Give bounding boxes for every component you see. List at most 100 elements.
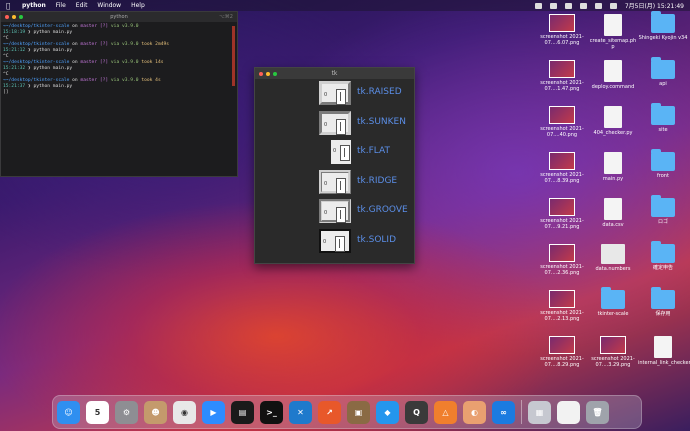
scale-slider-handle[interactable] bbox=[335, 235, 345, 252]
screenshot-thumbnail-icon bbox=[549, 152, 575, 170]
apple-menu-icon[interactable]:  bbox=[6, 2, 14, 10]
terminal-titlebar[interactable]: python ⌥⌘2 bbox=[1, 12, 237, 22]
scale-slider-handle[interactable] bbox=[336, 89, 346, 105]
terminal-scrollbar[interactable] bbox=[232, 26, 235, 86]
desktop-icon[interactable]: data.csv bbox=[588, 198, 638, 228]
desktop-icon[interactable]: screenshot 2021-07....8.29.png bbox=[537, 336, 587, 368]
folder-icon bbox=[651, 103, 675, 125]
tk-scale[interactable]: 0 bbox=[319, 169, 351, 194]
scale-slider-handle[interactable] bbox=[340, 145, 350, 161]
desktop-icon[interactable]: screenshot 2021-07....6.07.png bbox=[537, 14, 587, 46]
system-preferences-icon[interactable]: ⚙ bbox=[115, 400, 138, 424]
tk-window[interactable]: tk 0 tk.RAISED 0 tk.SUNKEN 0 tk.FLAT 0 tk.RIDGE… bbox=[254, 67, 415, 264]
desktop-icon-label: ロゴ bbox=[657, 219, 668, 225]
menu-window[interactable]: Window bbox=[97, 2, 121, 9]
desktop-icon[interactable]: screenshot 2021-07....9.21.png bbox=[537, 198, 587, 230]
scale-slider-handle[interactable] bbox=[336, 177, 346, 194]
menu-app-name[interactable]: python bbox=[22, 2, 46, 9]
status-app-icon[interactable] bbox=[564, 2, 572, 9]
document-icon[interactable] bbox=[557, 400, 580, 424]
desktop-icon[interactable]: screenshot 2021-07....3.29.png bbox=[588, 336, 638, 368]
minimize-button[interactable] bbox=[266, 71, 270, 76]
desktop-icon[interactable]: site bbox=[638, 103, 688, 133]
tk-titlebar[interactable]: tk bbox=[255, 68, 414, 79]
trash-icon[interactable]: 🗑 bbox=[586, 400, 609, 424]
terminal-window[interactable]: python ⌥⌘2 →~/desktop/tkinter-scale on m… bbox=[0, 11, 238, 177]
tk-scale[interactable]: 0 bbox=[331, 140, 351, 164]
desktop-icon[interactable]: create_sitemap.ph p bbox=[588, 14, 638, 50]
terminal-icon[interactable]: >_ bbox=[260, 400, 283, 424]
wifi-icon[interactable] bbox=[579, 2, 587, 9]
zoom-button[interactable] bbox=[19, 15, 23, 19]
screenshot-thumbnail-icon bbox=[549, 106, 575, 124]
terminal-text: on bbox=[69, 60, 81, 65]
status-area: 7月5日(月) 15:21:49 bbox=[527, 1, 684, 10]
calendar-icon[interactable]: 5 bbox=[86, 400, 109, 424]
close-button[interactable] bbox=[5, 15, 9, 19]
desktop-icon[interactable]: screenshot 2021-07....2.13.png bbox=[537, 290, 587, 322]
search-icon[interactable] bbox=[594, 2, 602, 9]
folder-icon bbox=[651, 241, 675, 263]
terminal-python-version: via v3.9.0 bbox=[108, 24, 139, 29]
desktop-icon[interactable]: ロゴ bbox=[638, 195, 688, 225]
activity-monitor-icon[interactable]: ▤ bbox=[231, 400, 254, 424]
terminal-prompt: ^C bbox=[3, 36, 9, 41]
desktop-icon[interactable]: api bbox=[638, 57, 688, 87]
terminal-text: on bbox=[69, 24, 81, 29]
chrome-icon[interactable]: ◉ bbox=[173, 400, 196, 424]
terminal-command: ❯ python main.py bbox=[27, 84, 73, 89]
terminal-output[interactable]: →~/desktop/tkinter-scale on master [?] v… bbox=[1, 22, 237, 98]
finder-icon[interactable]: ☺ bbox=[57, 400, 80, 424]
screenshot-thumbnail-icon bbox=[549, 14, 575, 32]
desktop-icon[interactable]: front bbox=[638, 149, 688, 179]
desktop-icon[interactable]: internal_link_checker.py bbox=[638, 336, 690, 366]
docker-icon[interactable]: ◆ bbox=[376, 400, 399, 424]
tk-scale[interactable]: 0 bbox=[319, 228, 351, 253]
desktop-icon[interactable]: Shingeki Kyojin v34 bbox=[638, 11, 688, 41]
preview-icon[interactable]: ◐ bbox=[463, 400, 486, 424]
desktop-icon[interactable]: 404_checker.py bbox=[588, 106, 638, 136]
desktop-icon[interactable]: data.numbers bbox=[588, 244, 638, 272]
scale-slider-handle[interactable] bbox=[336, 118, 346, 135]
terminal-python-version: via v3.9.0 bbox=[108, 42, 139, 47]
desktop-icon[interactable]: screenshot 2021-07....40.png bbox=[537, 106, 587, 138]
desktop-icon[interactable]: 保存用 bbox=[638, 287, 688, 317]
menu-help[interactable]: Help bbox=[131, 2, 145, 9]
zoom-button[interactable] bbox=[273, 71, 277, 76]
tk-scale[interactable]: 0 bbox=[319, 81, 351, 105]
status-app-icon[interactable] bbox=[549, 2, 557, 9]
status-app-icon[interactable] bbox=[534, 2, 542, 9]
sourcetree-icon[interactable]: △ bbox=[434, 400, 457, 424]
desktop-icon[interactable]: screenshot 2021-07....1.47.png bbox=[537, 60, 587, 92]
loop-app-icon[interactable]: ∞ bbox=[492, 400, 515, 424]
terminal-timestamp: 15:21:37 bbox=[3, 84, 28, 89]
document-icon bbox=[604, 152, 622, 174]
scale-slider-handle[interactable] bbox=[336, 207, 346, 223]
menu-clock[interactable]: 7月5日(月) 15:21:49 bbox=[625, 1, 684, 10]
desktop-icon[interactable]: screenshot 2021-07....8.39.png bbox=[537, 152, 587, 184]
tk-scale[interactable]: 0 bbox=[319, 110, 351, 135]
close-button[interactable] bbox=[259, 71, 263, 76]
screenshot-folder-icon[interactable]: ▦ bbox=[528, 400, 551, 424]
zoom-icon[interactable]: ▶ bbox=[202, 400, 225, 424]
desktop-icon-label: screenshot 2021-07....6.07.png bbox=[540, 34, 584, 46]
desktop-icon[interactable]: tkinter-scale bbox=[588, 287, 638, 317]
vscode-icon[interactable]: ✕ bbox=[289, 400, 312, 424]
desktop-icon[interactable]: 確定申告 bbox=[638, 241, 688, 271]
desktop-icon[interactable]: deploy.command bbox=[588, 60, 638, 90]
document-icon bbox=[604, 60, 622, 82]
screenshot-thumbnail-icon bbox=[549, 336, 575, 354]
menu-file[interactable]: File bbox=[56, 2, 66, 9]
scale-label: tk.SOLID bbox=[357, 234, 396, 245]
archive-icon[interactable]: ▣ bbox=[347, 400, 370, 424]
control-center-icon[interactable] bbox=[609, 2, 617, 9]
tk-scale[interactable]: 0 bbox=[319, 199, 351, 223]
desktop-icon[interactable]: main.py bbox=[588, 152, 638, 182]
desktop-icon-label: screenshot 2021-07....3.29.png bbox=[591, 356, 635, 368]
chart-app-icon[interactable]: ↗ bbox=[318, 400, 341, 424]
minimize-button[interactable] bbox=[12, 15, 16, 19]
quicktime-icon[interactable]: Q bbox=[405, 400, 428, 424]
desktop-icon[interactable]: screenshot 2021-07....2.36.png bbox=[537, 244, 587, 276]
menu-edit[interactable]: Edit bbox=[76, 2, 88, 9]
contacts-icon[interactable]: ☻ bbox=[144, 400, 167, 424]
